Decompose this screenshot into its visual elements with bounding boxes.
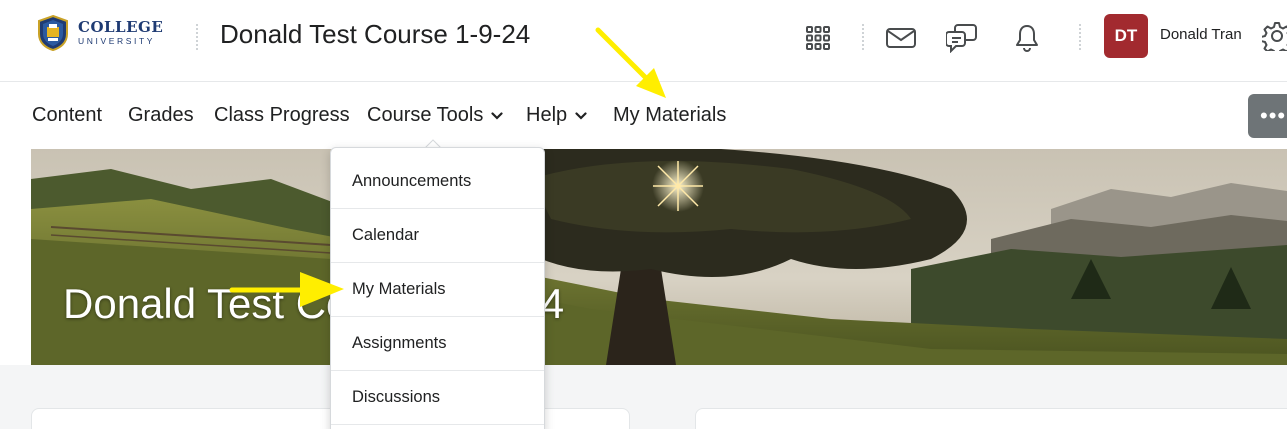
header-divider xyxy=(196,24,198,50)
logo-college-text: COLLEGE xyxy=(78,18,164,37)
nav-item-content[interactable]: Content xyxy=(32,104,102,127)
header-divider xyxy=(1079,24,1081,50)
chevron-down-icon xyxy=(491,111,503,120)
nav-item-label: My Materials xyxy=(613,104,727,126)
chevron-down-icon xyxy=(575,111,587,120)
nav-item-label: Grades xyxy=(128,104,194,126)
mail-icon[interactable] xyxy=(884,21,918,55)
nav-item-class-progress[interactable]: Class Progress xyxy=(214,104,350,127)
course-banner-image: Donald Test Course 1-9-24 xyxy=(31,149,1287,365)
more-options-button[interactable]: ••• xyxy=(1248,94,1287,138)
waffle-grid-icon[interactable] xyxy=(801,21,835,55)
bell-icon[interactable] xyxy=(1010,21,1044,55)
shield-logo-icon xyxy=(38,14,68,52)
menu-item-my-materials[interactable]: My Materials xyxy=(331,263,544,317)
gear-icon[interactable] xyxy=(1262,21,1287,51)
course-navbar: Content Grades Class Progress Course Too… xyxy=(0,83,1287,149)
menu-item-discussions[interactable]: Discussions xyxy=(331,371,544,425)
page: COLLEGE UNIVERSITY Donald Test Course 1-… xyxy=(0,0,1287,429)
landscape-banner-graphic xyxy=(31,149,1287,365)
course-title[interactable]: Donald Test Course 1-9-24 xyxy=(220,19,530,50)
nav-item-label: Help xyxy=(526,104,568,126)
course-tools-dropdown-menu: Announcements Calendar My Materials Assi… xyxy=(330,147,545,429)
nav-item-my-materials[interactable]: My Materials xyxy=(613,104,726,127)
nav-item-help[interactable]: Help xyxy=(526,104,587,127)
nav-item-label: Course Tools xyxy=(367,104,484,126)
homepage-widget-card xyxy=(695,408,1287,429)
menu-item-announcements[interactable]: Announcements xyxy=(331,155,544,209)
user-name[interactable]: Donald Tran xyxy=(1160,26,1242,43)
logo-university-text: UNIVERSITY xyxy=(78,36,156,47)
menu-item-assignments[interactable]: Assignments xyxy=(331,317,544,371)
nav-item-course-tools[interactable]: Course Tools xyxy=(367,104,503,127)
user-avatar[interactable]: DT xyxy=(1104,14,1148,58)
chat-icon[interactable] xyxy=(945,21,979,55)
nav-item-grades[interactable]: Grades xyxy=(128,104,194,127)
header-divider xyxy=(862,24,864,50)
college-university-logo[interactable]: COLLEGE UNIVERSITY xyxy=(36,14,163,52)
top-header: COLLEGE UNIVERSITY Donald Test Course 1-… xyxy=(0,0,1287,82)
nav-item-label: Content xyxy=(32,104,103,126)
menu-item-calendar[interactable]: Calendar xyxy=(331,209,544,263)
nav-item-label: Class Progress xyxy=(214,104,350,126)
